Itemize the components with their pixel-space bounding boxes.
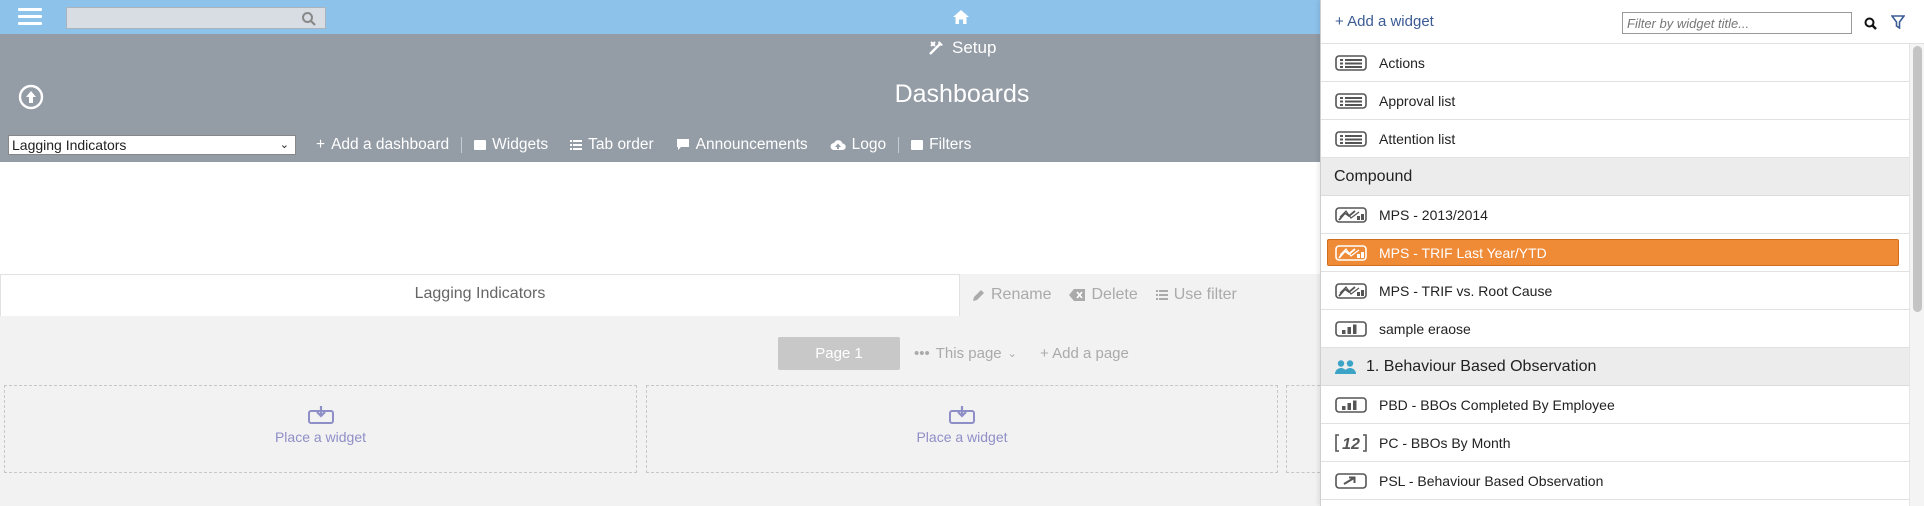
widget-item-actions[interactable]: Actions xyxy=(1321,44,1909,82)
global-search-input[interactable] xyxy=(66,7,326,29)
divider xyxy=(898,137,900,153)
widget-item-pc-bbos-by-month[interactable]: 12 PC - BBOs By Month xyxy=(1321,424,1909,462)
widget-group-label: 1. Behaviour Based Observation xyxy=(1366,357,1597,375)
add-page-button[interactable]: + Add a page xyxy=(1040,345,1129,362)
hamburger-menu-icon[interactable] xyxy=(18,8,42,26)
cloud-upload-icon xyxy=(830,140,846,150)
compound-chart-icon xyxy=(1335,244,1367,261)
widget-item-mps-2013-2014[interactable]: MPS - 2013/2014 xyxy=(1321,196,1909,234)
widget-item-mps-trif-last-year-ytd[interactable]: MPS - TRIF Last Year/YTD xyxy=(1321,234,1909,272)
dashboard-select[interactable]: Lagging Indicators ⌄ xyxy=(8,135,296,155)
setup-link[interactable]: Setup xyxy=(928,38,996,58)
square-icon xyxy=(911,140,924,150)
widget-item-attention-list[interactable]: Attention list xyxy=(1321,120,1909,158)
widget-item-label: Actions xyxy=(1379,54,1425,71)
dashboard-select-value: Lagging Indicators xyxy=(12,137,127,153)
scrollbar[interactable] xyxy=(1909,44,1924,506)
widget-item-pbd-bbos-completed-by-employee[interactable]: PBD - BBOs Completed By Employee xyxy=(1321,386,1909,424)
use-filter-button[interactable]: Use filter xyxy=(1155,286,1237,304)
panel-header: + Add a widget xyxy=(1321,0,1924,44)
list-icon xyxy=(1335,92,1367,109)
list-icon xyxy=(1335,130,1367,147)
people-icon xyxy=(1334,359,1358,375)
square-icon xyxy=(474,140,487,150)
pencil-icon xyxy=(973,289,984,301)
speech-bubble-icon xyxy=(676,139,689,150)
chevron-down-icon: ⌄ xyxy=(1007,348,1017,360)
announcements-button[interactable]: Announcements xyxy=(676,136,808,154)
widget-item-label: MPS - TRIF vs. Root Cause xyxy=(1379,282,1553,299)
place-widget-icon xyxy=(307,406,334,424)
dashboard-toolbar: + Add a dashboard Widgets Tab order Anno… xyxy=(316,135,971,155)
widget-item-label: PSL - Behaviour Based Observation xyxy=(1379,472,1604,489)
bar-chart-icon xyxy=(1335,396,1367,413)
widget-group-compound: Compound xyxy=(1321,158,1909,196)
widget-item-sample-eraose[interactable]: sample eraose xyxy=(1321,310,1909,348)
divider xyxy=(461,137,463,153)
widget-item-label: Approval list xyxy=(1379,92,1456,109)
bar-chart-icon xyxy=(1335,320,1367,337)
widget-list: Actions Approval list Attention list Compou… xyxy=(1321,44,1909,500)
filter-funnel-icon[interactable] xyxy=(1891,15,1905,29)
widget-item-approval-list[interactable]: Approval list xyxy=(1321,82,1909,120)
place-widget-label: Place a widget xyxy=(274,429,367,445)
widget-item-label: MPS - TRIF Last Year/YTD xyxy=(1379,244,1547,261)
widget-placeholder[interactable]: Place a widget xyxy=(646,385,1278,473)
widgets-button[interactable]: Widgets xyxy=(474,136,548,154)
list-icon xyxy=(1335,54,1367,71)
logo-button[interactable]: Logo xyxy=(830,136,886,154)
list-icon xyxy=(1155,290,1168,300)
widget-item-label: MPS - 2013/2014 xyxy=(1379,206,1488,223)
tab-lagging-indicators[interactable]: Lagging Indicators xyxy=(0,274,960,316)
ellipsis-icon: ••• xyxy=(914,345,930,362)
number-icon: 12 xyxy=(1335,433,1367,452)
place-widget-icon xyxy=(949,406,975,424)
delete-button[interactable]: Delete xyxy=(1069,286,1138,304)
search-icon[interactable] xyxy=(1864,17,1877,30)
filters-button[interactable]: Filters xyxy=(911,136,971,154)
search-icon[interactable] xyxy=(301,11,317,27)
svg-text:12: 12 xyxy=(1342,436,1360,452)
page-1-button[interactable]: Page 1 xyxy=(778,337,900,370)
scrollbar-thumb[interactable] xyxy=(1913,46,1922,312)
widget-group-label: Compound xyxy=(1334,167,1413,185)
widget-item-label: Attention list xyxy=(1379,130,1456,147)
add-widget-panel: + Add a widget Actions Approval list Atten… xyxy=(1320,0,1924,506)
tab-actions: Rename Delete Use filter xyxy=(972,286,1237,304)
home-icon[interactable] xyxy=(952,9,970,25)
widget-filter-input[interactable] xyxy=(1622,12,1852,34)
widget-placeholder[interactable]: Place a widget xyxy=(4,385,637,473)
rename-button[interactable]: Rename xyxy=(972,286,1051,304)
widget-item-mps-trif-vs-root-cause[interactable]: MPS - TRIF vs. Root Cause xyxy=(1321,272,1909,310)
add-widget-button[interactable]: + Add a widget xyxy=(1335,13,1434,30)
tab-order-button[interactable]: Tab order xyxy=(570,136,654,154)
setup-label: Setup xyxy=(952,38,997,57)
widget-item-label: PC - BBOs By Month xyxy=(1379,434,1511,451)
list-icon xyxy=(570,140,583,150)
chevron-down-icon: ⌄ xyxy=(279,139,289,151)
add-dashboard-button[interactable]: + Add a dashboard xyxy=(316,136,449,154)
compound-chart-icon xyxy=(1335,282,1367,299)
compound-chart-icon xyxy=(1335,206,1367,223)
widget-item-label: sample eraose xyxy=(1379,320,1471,337)
backspace-icon xyxy=(1069,289,1086,301)
plus-icon: + xyxy=(316,136,326,153)
tools-icon xyxy=(929,41,943,55)
place-widget-label: Place a widget xyxy=(916,429,1008,445)
widget-group-1-behaviour-based-observation: 1. Behaviour Based Observation xyxy=(1321,348,1909,386)
widget-item-label: PBD - BBOs Completed By Employee xyxy=(1379,396,1615,413)
arrow-box-icon xyxy=(1335,472,1367,489)
widget-item-psl-behaviour-based-observation[interactable]: PSL - Behaviour Based Observation xyxy=(1321,462,1909,500)
this-page-menu[interactable]: ••• This page ⌄ xyxy=(914,345,1017,362)
